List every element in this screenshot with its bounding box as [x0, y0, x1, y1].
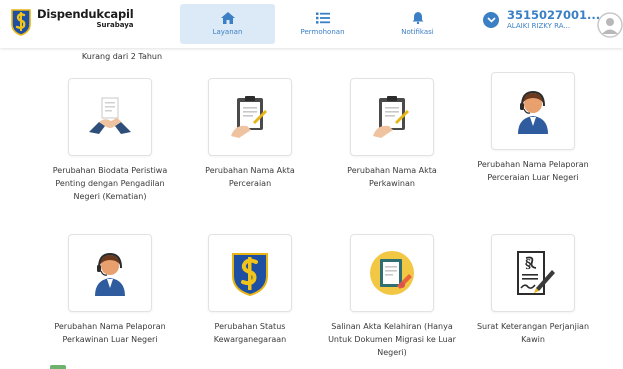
home-icon — [220, 12, 235, 24]
service-tile[interactable]: § — [491, 234, 575, 312]
chevron-down-icon[interactable] — [483, 11, 499, 28]
bell-icon — [412, 12, 423, 24]
service-label: Salinan Akta Kelahiran (Hanya Untuk Doku… — [328, 322, 456, 357]
service-label: Perubahan Nama Pelaporan Perceraian Luar… — [477, 160, 589, 182]
handshake-document-icon — [89, 97, 131, 134]
customer-service-agent-icon — [518, 90, 548, 134]
account-name: ALAIKI RIZKY RA... — [507, 22, 571, 31]
service-card[interactable]: Perubahan Nama Pelaporan Perceraian Luar… — [468, 72, 598, 184]
tab-layanan-label: Layanan — [212, 28, 243, 36]
service-label: Perubahan Nama Akta Perkawinan — [347, 166, 437, 188]
tab-permohonan-label: Permohonan — [300, 28, 345, 36]
contract-signing-icon: § — [517, 251, 555, 295]
service-label: Perubahan Nama Pelaporan Perkawinan Luar… — [54, 322, 166, 344]
svg-text:§: § — [525, 257, 531, 271]
service-tile[interactable] — [208, 78, 292, 156]
list-icon — [315, 12, 330, 24]
brand-subtitle: Surabaya — [96, 20, 134, 29]
service-card[interactable]: Perubahan Biodata Peristiwa Penting deng… — [45, 78, 175, 203]
service-tile[interactable] — [68, 78, 152, 156]
customer-service-agent-icon — [95, 252, 125, 296]
tab-notifikasi[interactable]: Notifikasi — [370, 4, 465, 44]
surabaya-emblem-icon — [232, 253, 268, 297]
tab-notifikasi-label: Notifikasi — [401, 28, 434, 36]
brand-title: Dispendukcapil — [37, 7, 134, 21]
clipboard-document-icon — [231, 96, 267, 138]
tab-layanan[interactable]: Layanan — [180, 4, 275, 44]
service-card[interactable]: Perubahan Nama Pelaporan Perkawinan Luar… — [45, 234, 175, 346]
service-label: Perubahan Status Kewarganegaraan — [213, 322, 287, 344]
service-tile[interactable] — [491, 72, 575, 150]
tab-permohonan[interactable]: Permohonan — [275, 4, 370, 44]
certificate-pencil-icon — [370, 251, 414, 295]
service-card[interactable]: Salinan Akta Kelahiran (Hanya Untuk Doku… — [327, 234, 457, 359]
service-tile[interactable] — [208, 234, 292, 312]
service-label: Perubahan Nama Akta Perceraian — [205, 166, 295, 188]
service-label: Surat Keterangan Perjanjian Kawin — [476, 322, 590, 344]
service-card[interactable]: Perubahan Nama Akta Perkawinan — [327, 78, 457, 190]
service-card[interactable]: § Surat Keterangan Perjanjian Kawin — [468, 234, 598, 346]
previous-service-label: Kurang dari 2 Tahun — [81, 52, 163, 61]
dispendukcapil-logo-icon — [11, 9, 31, 36]
account-id: 3515027001... — [507, 8, 601, 22]
service-tile[interactable] — [68, 234, 152, 312]
service-grid: Kurang dari 2 Tahun Perubahan Biodata Pe… — [0, 48, 623, 369]
scroll-indicator — [50, 365, 66, 369]
clipboard-document-icon — [373, 96, 409, 138]
service-card[interactable]: Perubahan Status Kewarganegaraan — [185, 234, 315, 346]
service-tile[interactable] — [350, 78, 434, 156]
main-nav: Layanan Permohonan Notifikasi — [180, 4, 465, 44]
brand[interactable]: Dispendukcapil Surabaya — [10, 8, 134, 36]
service-card[interactable]: Perubahan Nama Akta Perceraian — [185, 78, 315, 190]
account-menu[interactable]: 3515027001... ALAIKI RIZKY RA... — [483, 8, 601, 31]
app-header: Dispendukcapil Surabaya Layanan Permohon… — [0, 0, 623, 48]
avatar[interactable] — [597, 12, 623, 38]
service-label: Perubahan Biodata Peristiwa Penting deng… — [52, 166, 168, 201]
service-tile[interactable] — [350, 234, 434, 312]
